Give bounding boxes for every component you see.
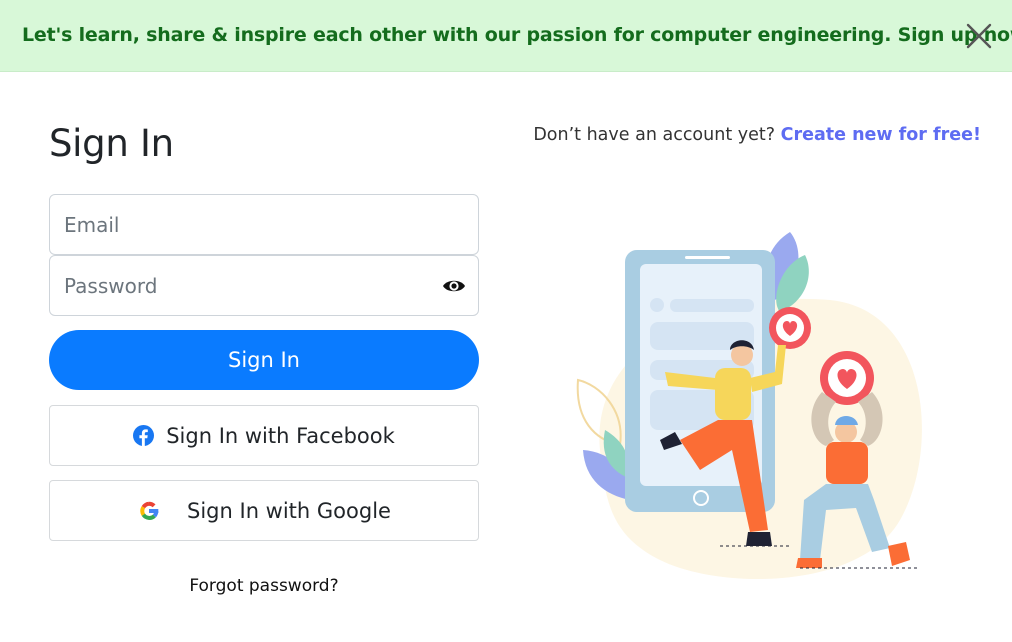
- announcement-banner: Let's learn, share & inspire each other …: [0, 0, 1012, 72]
- show-password-button[interactable]: [442, 275, 466, 297]
- forgot-password-link[interactable]: Forgot password?: [49, 576, 479, 596]
- facebook-sign-in-button[interactable]: Sign In with Facebook: [49, 405, 479, 466]
- close-banner-button[interactable]: [962, 19, 996, 53]
- email-input[interactable]: [50, 195, 424, 254]
- email-field[interactable]: [49, 194, 479, 255]
- signup-prompt-text: Don’t have an account yet?: [533, 125, 776, 145]
- create-account-link[interactable]: Create new for free!: [781, 125, 981, 145]
- eye-icon: [443, 280, 465, 292]
- google-button-label: Sign In with Google: [187, 498, 391, 523]
- facebook-button-label: Sign In with Facebook: [166, 423, 395, 448]
- signup-prompt: Don’t have an account yet? Create new fo…: [533, 125, 981, 145]
- sign-in-illustration: [576, 232, 922, 580]
- close-icon: [966, 23, 992, 49]
- google-icon: [137, 499, 161, 523]
- sign-in-button-label: Sign In: [228, 348, 300, 372]
- password-field[interactable]: [49, 255, 479, 316]
- page-title: Sign In: [49, 122, 174, 165]
- google-sign-in-button[interactable]: Sign In with Google: [49, 480, 479, 541]
- sign-in-button[interactable]: Sign In: [49, 330, 479, 390]
- password-input[interactable]: [50, 256, 424, 315]
- facebook-icon: [133, 425, 155, 446]
- banner-text: Let's learn, share & inspire each other …: [22, 24, 1012, 46]
